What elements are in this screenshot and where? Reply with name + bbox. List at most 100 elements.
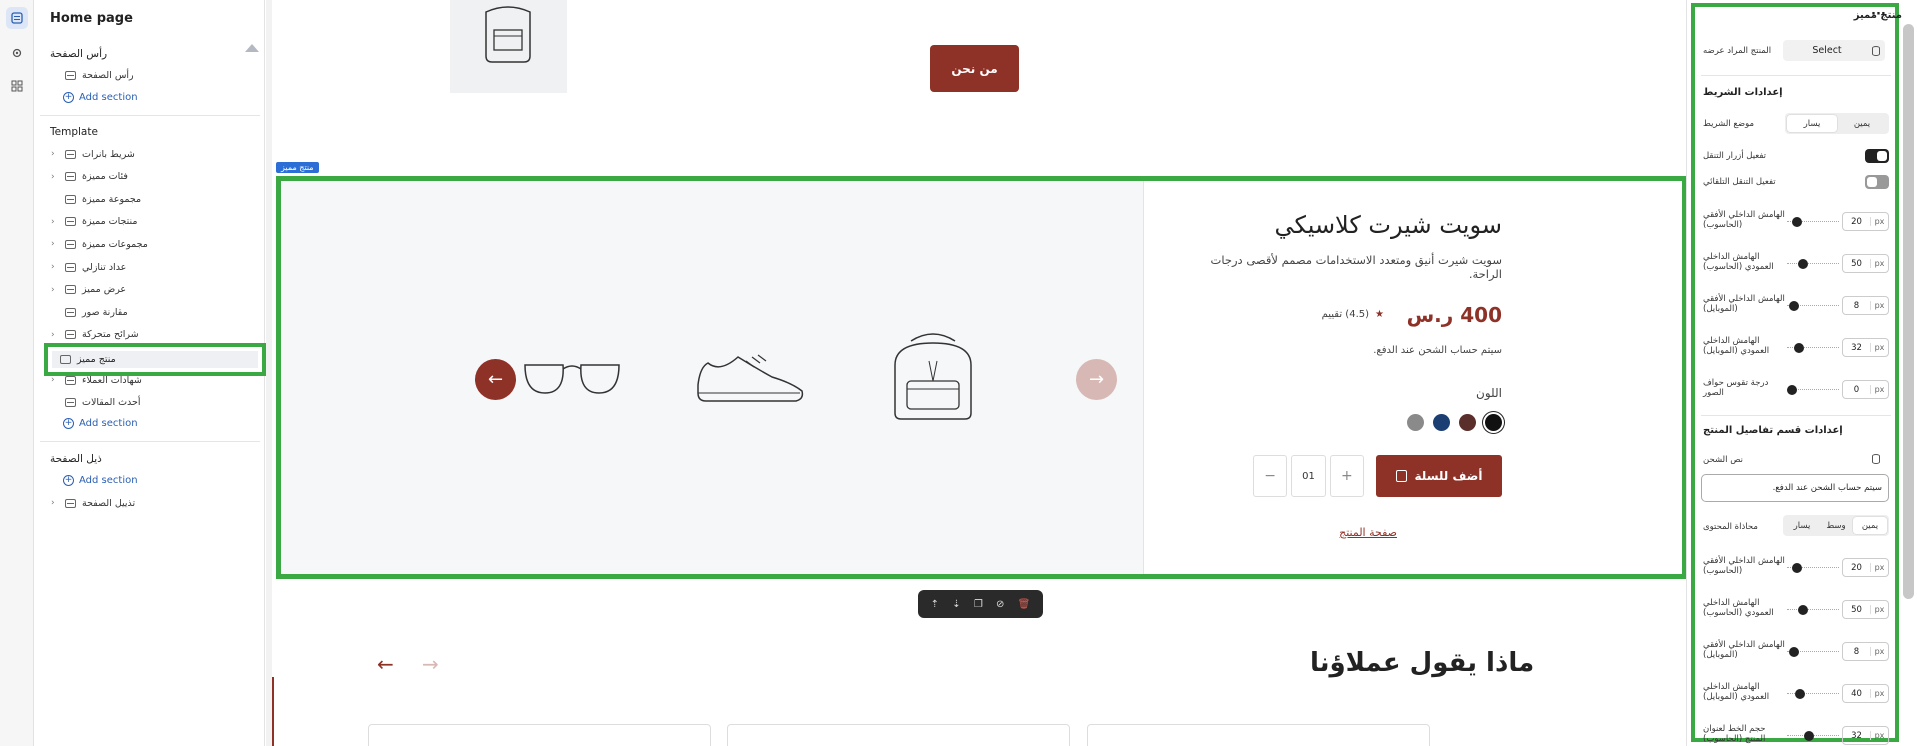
featured-product-section[interactable]: ← → سويت شيرت كلاسيكي سويت شيرت أنيق ومت…: [276, 176, 1686, 579]
swatch-brown[interactable]: [1459, 414, 1476, 431]
testimonial-card: [368, 724, 711, 746]
sections-icon[interactable]: [6, 7, 28, 29]
number-input[interactable]: 20 px: [1842, 212, 1889, 231]
number-input[interactable]: 20 px: [1842, 558, 1889, 577]
apps-icon[interactable]: [6, 75, 28, 97]
range-slider[interactable]: [1787, 301, 1839, 311]
duplicate-icon[interactable]: ❐: [974, 599, 983, 610]
range-slider[interactable]: [1787, 647, 1839, 657]
slider-thumb[interactable]: [1793, 343, 1804, 353]
slider-thumb[interactable]: [1789, 301, 1800, 311]
trash-icon[interactable]: 🗑: [1018, 599, 1031, 610]
align-right[interactable]: يمين: [1853, 517, 1887, 534]
range-slider[interactable]: [1787, 259, 1839, 269]
sidebar-item-featured-product[interactable]: منتج مميز: [44, 343, 266, 376]
add-section-template[interactable]: + Add section: [63, 418, 138, 429]
group-title-header: رأس الصفحة: [50, 48, 108, 60]
range-slider[interactable]: [1787, 217, 1839, 227]
testimonials-prev-icon[interactable]: ←: [377, 652, 394, 676]
slider-thumb[interactable]: [1797, 259, 1808, 269]
range-slider[interactable]: [1787, 605, 1839, 615]
number-input[interactable]: 0 px: [1842, 380, 1889, 399]
product-rating: ★ (4.5) تقييم: [1322, 309, 1384, 320]
sidebar-item-template[interactable]: أحدث المقالات: [65, 394, 255, 412]
chevron-right-icon[interactable]: ›: [51, 239, 55, 249]
option-left[interactable]: يسار: [1787, 115, 1837, 132]
enable-autoplay-toggle[interactable]: [1865, 175, 1889, 189]
slider-thumb[interactable]: [1803, 731, 1814, 741]
sidebar-item-template[interactable]: › شرائح متحركة: [51, 326, 255, 344]
about-button[interactable]: من نحن: [930, 45, 1019, 92]
number-input[interactable]: 50 px: [1842, 254, 1889, 273]
swatch-gray[interactable]: [1407, 414, 1424, 431]
enable-nav-toggle[interactable]: [1865, 149, 1889, 163]
move-down-icon[interactable]: ⇣: [952, 599, 960, 610]
quantity-value[interactable]: 01: [1291, 455, 1326, 497]
sidebar-item-header[interactable]: رأس الصفحة: [65, 66, 255, 84]
gear-icon[interactable]: [6, 42, 28, 64]
unit-label: px: [1870, 217, 1888, 226]
move-up-icon[interactable]: ⇡: [931, 599, 939, 610]
range-slider[interactable]: [1787, 731, 1839, 741]
sidebar-item-template[interactable]: › مجموعات مميزة: [51, 235, 255, 253]
section-icon: [65, 285, 76, 295]
collapse-icon[interactable]: [245, 44, 259, 52]
scrollbar[interactable]: [1903, 24, 1914, 599]
shipping-text-input[interactable]: سيتم حساب الشحن عند الدفع.: [1701, 474, 1889, 502]
chevron-right-icon[interactable]: ›: [51, 149, 55, 159]
chevron-right-icon[interactable]: ›: [51, 330, 55, 340]
number-value: 50: [1851, 604, 1862, 615]
gallery-next-button[interactable]: →: [1076, 359, 1117, 400]
number-input[interactable]: 40 px: [1842, 684, 1889, 703]
chevron-right-icon[interactable]: ›: [51, 217, 55, 227]
sidebar-item-template[interactable]: مجموعة مميزة: [65, 190, 255, 208]
slider-thumb[interactable]: [1792, 563, 1803, 573]
chevron-right-icon[interactable]: ›: [51, 172, 55, 182]
range-slider[interactable]: [1787, 563, 1839, 573]
slider-thumb[interactable]: [1787, 385, 1797, 395]
product-select-button[interactable]: Select: [1783, 40, 1885, 61]
align-center[interactable]: وسط: [1819, 517, 1853, 534]
chevron-right-icon[interactable]: ›: [51, 375, 55, 385]
sidebar-item-template[interactable]: › عداد تنازلي: [51, 258, 255, 276]
color-label: اللون: [1476, 386, 1502, 400]
slider-thumb[interactable]: [1792, 217, 1803, 227]
swatch-black[interactable]: [1485, 414, 1502, 431]
number-input[interactable]: 50 px: [1842, 600, 1889, 619]
chevron-right-icon[interactable]: ›: [51, 262, 55, 272]
add-section-header[interactable]: + Add section: [63, 92, 138, 103]
slider-thumb[interactable]: [1797, 605, 1808, 615]
slider-thumb[interactable]: [1789, 647, 1800, 657]
number-input[interactable]: 8 px: [1842, 296, 1889, 315]
chevron-right-icon[interactable]: ›: [51, 285, 55, 295]
range-slider[interactable]: [1787, 689, 1839, 699]
testimonial-card: [1087, 724, 1430, 746]
section-icon: [65, 70, 76, 80]
gallery-prev-button[interactable]: ←: [475, 359, 516, 400]
number-input[interactable]: 32 px: [1842, 338, 1889, 357]
number-input[interactable]: 32 px: [1842, 726, 1889, 745]
range-slider[interactable]: [1787, 385, 1839, 395]
option-right[interactable]: يمين: [1837, 115, 1887, 132]
add-section-footer[interactable]: + Add section: [63, 475, 138, 486]
edge-marker: [272, 677, 274, 746]
sidebar-item-template[interactable]: › شريط بانرات: [51, 145, 255, 163]
testimonials-next-icon[interactable]: →: [422, 652, 439, 676]
details-settings-title: إعدادات قسم تفاصيل المنتج: [1703, 425, 1843, 436]
decrement-button[interactable]: −: [1253, 455, 1288, 497]
sidebar-item-footer[interactable]: › تذييل الصفحة: [51, 494, 255, 512]
swatch-navy[interactable]: [1433, 414, 1450, 431]
align-left[interactable]: يسار: [1785, 517, 1819, 534]
add-to-cart-button[interactable]: أضف للسلة: [1376, 455, 1502, 497]
sidebar-item-template[interactable]: مقارنة صور: [65, 303, 255, 321]
number-input[interactable]: 8 px: [1842, 642, 1889, 661]
slider-thumb[interactable]: [1795, 689, 1806, 699]
hide-icon[interactable]: ⊘: [996, 599, 1004, 610]
sidebar-item-template[interactable]: › عرض مميز: [51, 281, 255, 299]
chevron-right-icon[interactable]: ›: [51, 498, 55, 508]
increment-button[interactable]: +: [1329, 455, 1364, 497]
sidebar-item-template[interactable]: › فئات مميزة: [51, 168, 255, 186]
product-page-link[interactable]: صفحة المنتج: [1339, 526, 1397, 539]
range-slider[interactable]: [1787, 343, 1839, 353]
sidebar-item-template[interactable]: › منتجات مميزة: [51, 213, 255, 231]
